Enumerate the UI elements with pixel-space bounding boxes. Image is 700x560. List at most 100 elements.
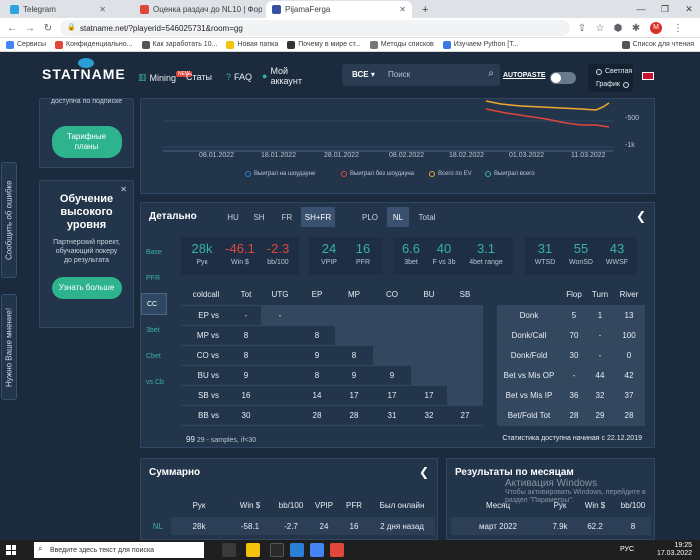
back-icon[interactable]: ←	[4, 20, 20, 36]
stat-win: -46.1 Win $	[223, 241, 257, 266]
extension-icon[interactable]: ⬢	[610, 20, 626, 36]
tab-plo[interactable]: PLO	[359, 207, 381, 227]
tab-fr[interactable]: FR	[277, 207, 297, 227]
new-tab-button[interactable]: +	[416, 1, 430, 18]
bookmark-folder[interactable]: Новая папка	[226, 40, 278, 49]
stat-since-note: Статистика доступна начиная с 22.12.2019	[502, 435, 642, 442]
stat-value: 16	[355, 241, 371, 256]
stat-label: VPIP	[321, 259, 337, 266]
bookmark-2[interactable]: Как заработать 10...	[141, 40, 217, 49]
app-icon[interactable]	[270, 543, 284, 557]
table-cell	[373, 305, 411, 326]
nav-account[interactable]: ● Мой аккаунт	[262, 66, 302, 86]
file-explorer-icon[interactable]	[246, 543, 260, 557]
reload-icon[interactable]: ↻	[40, 20, 56, 36]
nav-label: аккаунт	[270, 76, 303, 86]
legend-item-total[interactable]: Выиграл всего	[485, 171, 535, 177]
windows-start-icon[interactable]	[6, 545, 16, 555]
stat-value: 31	[537, 241, 553, 256]
task-view-icon[interactable]	[222, 543, 236, 557]
tab-sh[interactable]: SH	[249, 207, 269, 227]
browser-tab-telegram[interactable]: Telegram ✕	[4, 1, 112, 18]
nav-mining[interactable]: ▥ Mining NEW	[138, 70, 192, 83]
nav-faq[interactable]: ? FAQ	[226, 72, 252, 82]
side-tab-vs-cb[interactable]: vs Cb	[141, 371, 167, 393]
table-cell	[447, 325, 483, 346]
bookmark-4[interactable]: Почему в мире ст...	[287, 40, 361, 49]
search-scope-select[interactable]: ВСЕ ▾	[352, 70, 375, 79]
browser-tab-active[interactable]: PijamaFerga ✕	[266, 1, 412, 18]
taskbar-search[interactable]: ⌕ Введите здесь текст для поиска	[34, 542, 204, 558]
bookmark-5[interactable]: Методы списков	[369, 40, 434, 49]
search-input[interactable]: Поиск	[388, 70, 410, 79]
tab-nl[interactable]: NL	[387, 207, 409, 227]
table-row: Donk 5 1 13	[497, 305, 645, 326]
column-header: VPIP	[314, 500, 334, 510]
training-promo: ✕ Обучение высокого уровня Партнерский п…	[39, 180, 134, 328]
autopaste-toggle[interactable]	[550, 72, 576, 84]
app-icon[interactable]	[330, 543, 344, 557]
close-icon[interactable]: ✕	[399, 5, 406, 14]
theme-graph-option[interactable]: График	[596, 81, 629, 88]
feedback-tab[interactable]: Нужно Ваше мнение!	[1, 294, 17, 400]
share-icon[interactable]: ⇪	[574, 20, 590, 36]
summary-panel: Суммарно ❮ Рук Win $ bb/100 VPIP PFR Был…	[140, 458, 438, 540]
site-logo[interactable]: STATNAME	[42, 66, 126, 82]
side-tab-pfr[interactable]: PFR	[141, 267, 167, 289]
app-icon[interactable]	[290, 543, 304, 557]
tab-total[interactable]: Total	[415, 207, 439, 227]
learn-more-button[interactable]: Узнать больше	[51, 277, 122, 299]
side-tab-base[interactable]: Base	[141, 241, 167, 263]
reading-list[interactable]: Список для чтения	[621, 40, 694, 49]
language-indicator[interactable]: РУС	[620, 546, 634, 553]
collapse-icon[interactable]: ❮	[419, 465, 429, 479]
menu-icon[interactable]: ⋮	[670, 20, 686, 36]
watermark-text: Чтобы активировать Windows, перейдите в	[505, 489, 646, 496]
stat-label: WonSD	[569, 259, 593, 266]
autopaste-link[interactable]: AUTOPASTE	[503, 72, 546, 79]
tab-sh-fr[interactable]: SH+FR	[301, 207, 335, 227]
forward-icon[interactable]: →	[22, 20, 38, 36]
samples-text: 29 - samples, if<30	[196, 437, 257, 444]
minimize-icon[interactable]: —	[630, 0, 652, 18]
url-input[interactable]: 🔒 statname.net/?playerid=546025731&room=…	[60, 20, 570, 36]
legend-item-showdown[interactable]: Выиграл на шоудауне	[245, 171, 315, 177]
table-row: SB vs 16 14 17 17 17	[181, 385, 483, 406]
stat-hands: 28k Рук	[187, 241, 217, 266]
close-icon[interactable]: ✕	[120, 185, 127, 194]
maximize-icon[interactable]: ❐	[654, 0, 676, 18]
uk-flag-icon[interactable]	[642, 72, 654, 80]
x-tick-label: 11.03.2022	[571, 152, 606, 159]
side-tab-3bet[interactable]: 3bet	[141, 319, 167, 341]
legend-item-nonshowdown[interactable]: Выиграл без шоудауна	[341, 171, 414, 177]
legend-item-ev[interactable]: Всего по EV	[429, 171, 472, 177]
profile-avatar[interactable]: M	[648, 20, 664, 36]
report-error-tab[interactable]: Сообщить об ошибке	[1, 162, 17, 278]
close-icon[interactable]: ✕	[99, 5, 106, 14]
row-label: Donk/Call	[497, 325, 561, 346]
stat-group-results: 28k Рук -46.1 Win $ -2.3 bb/100	[181, 237, 299, 275]
x-tick-label: 08.02.2022	[389, 152, 425, 159]
row-label: MP vs	[181, 325, 231, 346]
table-cell: 31	[373, 405, 411, 426]
bookmark-apps[interactable]: Сервисы	[6, 40, 46, 49]
bookmark-1[interactable]: Конфиденциально...	[55, 40, 133, 49]
theme-light-option[interactable]: Светлая	[596, 68, 632, 75]
x-tick-label: 01.03.2022	[509, 152, 545, 159]
nav-stats[interactable]: Статы	[186, 72, 212, 82]
side-tab-cc[interactable]: CC	[141, 293, 167, 315]
close-window-icon[interactable]: ✕	[678, 0, 700, 18]
puzzle-icon[interactable]: ✱	[628, 20, 644, 36]
pricing-plans-button[interactable]: Тарифные планы	[51, 126, 122, 158]
table-row: март 2022 7.9k 62.2 8	[451, 517, 651, 535]
browser-tab-forum[interactable]: Оценка раздач до NL10 | Форум ✕	[134, 1, 262, 18]
star-icon[interactable]: ☆	[592, 20, 608, 36]
subscription-promo: доступна по подписке Тарифные планы	[39, 98, 134, 168]
collapse-icon[interactable]: ❮	[636, 209, 646, 223]
chrome-icon[interactable]	[310, 543, 324, 557]
bookmark-6[interactable]: Изучаем Python [T...	[442, 40, 519, 49]
side-tab-cbet[interactable]: Cbet	[141, 345, 167, 367]
clock[interactable]: 19:25 17.03.2022	[657, 542, 692, 558]
tab-hu[interactable]: HU	[223, 207, 243, 227]
search-icon[interactable]: ⌕	[488, 68, 494, 79]
